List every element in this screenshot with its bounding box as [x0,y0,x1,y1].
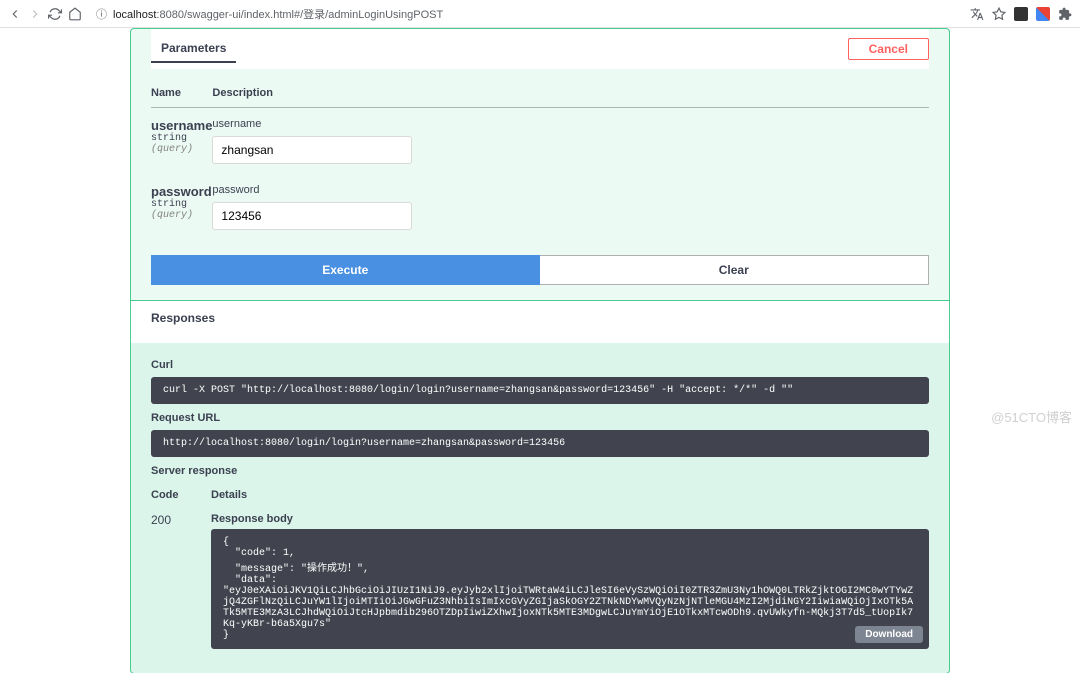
request-url-block[interactable]: http://localhost:8080/login/login?userna… [151,430,929,457]
param-name: username [151,118,212,133]
username-input[interactable] [212,136,412,164]
extension-icons [970,7,1072,21]
url-path: /swagger-ui/index.html#/登录/adminLoginUsi… [184,9,443,21]
param-desc-label: password [212,184,929,196]
clear-button[interactable]: Clear [540,255,930,285]
response-table: Code Details 200 Response body { "code":… [151,483,929,663]
response-body-block[interactable]: { "code": 1, "message": "操作成功！", "data":… [211,529,929,649]
response-header-details: Details [211,483,929,507]
params-header-description: Description [212,79,929,108]
password-input[interactable] [212,202,412,230]
curl-code-block[interactable]: curl -X POST "http://localhost:8080/logi… [151,377,929,404]
params-header-name: Name [151,79,212,108]
extension-1-icon[interactable] [1014,7,1028,21]
responses-title: Responses [151,311,929,325]
param-in: (query) [151,210,212,221]
back-icon[interactable] [8,7,22,21]
param-type: string [151,133,212,144]
curl-label: Curl [151,359,929,371]
browser-toolbar: ⓘ localhost:8080/swagger-ui/index.html#/… [0,0,1080,28]
url-port: :8080 [156,9,184,21]
response-header-code: Code [151,483,211,507]
forward-icon[interactable] [28,7,42,21]
site-info-icon[interactable]: ⓘ [96,6,107,22]
param-name: password [151,184,212,199]
extensions-menu-icon[interactable] [1058,7,1072,21]
parameters-table: Name Description username string (query) [151,79,929,240]
translate-icon[interactable] [970,7,984,21]
server-response-label: Server response [151,465,929,477]
response-row: 200 Response body { "code": 1, "message"… [151,507,929,663]
request-url-label: Request URL [151,412,929,424]
extension-2-icon[interactable] [1036,7,1050,21]
execute-button[interactable]: Execute [151,255,540,285]
reload-icon[interactable] [48,7,62,21]
star-icon[interactable] [992,7,1006,21]
cancel-button[interactable]: Cancel [848,38,929,60]
url-host: localhost [113,9,156,21]
param-type: string [151,199,212,210]
param-desc-label: username [212,118,929,130]
param-row-password: password string (query) password [151,174,929,240]
response-body-label: Response body [211,513,929,525]
watermark: @51CTO博客 [991,407,1072,426]
download-button[interactable]: Download [855,626,923,643]
home-icon[interactable] [68,7,82,21]
address-bar[interactable]: ⓘ localhost:8080/swagger-ui/index.html#/… [88,4,964,24]
param-in: (query) [151,144,212,155]
response-code: 200 [151,507,211,663]
parameters-tab-header: Parameters [151,35,236,63]
tab-parameters[interactable]: Parameters [151,35,236,63]
operation-block: Parameters Cancel Name Description [130,28,950,673]
param-row-username: username string (query) username [151,108,929,175]
